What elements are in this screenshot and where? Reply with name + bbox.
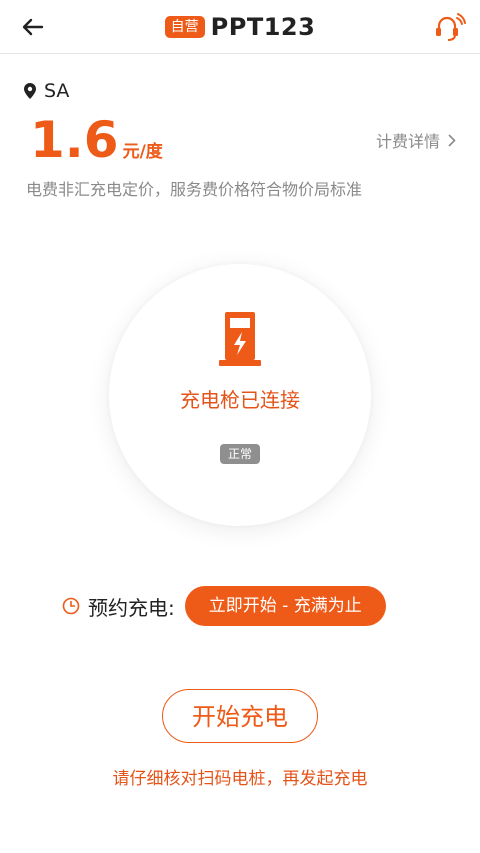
header: 自营 PPT123 <box>0 0 480 54</box>
chevron-right-icon <box>448 133 456 147</box>
clock-icon <box>62 597 80 615</box>
charging-pile-icon <box>219 312 261 366</box>
pricing-notice: 电费非汇充电定价，服务费价格符合物价局标准 <box>26 180 363 199</box>
schedule-mode-button[interactable]: 立即开始 - 充满为止 <box>184 586 386 626</box>
location-pin-icon <box>24 83 36 99</box>
location-text: SA <box>44 80 70 102</box>
connection-status-card: 充电枪已连接 正常 <box>109 264 371 526</box>
status-badge: 正常 <box>220 444 260 464</box>
fee-detail-label: 计费详情 <box>375 132 440 151</box>
page-title: PPT123 <box>210 13 316 41</box>
verify-hint: 请仔细核对扫码电桩，再发起充电 <box>112 769 368 789</box>
start-charging-button[interactable]: 开始充电 <box>162 689 318 743</box>
customer-service-icon[interactable] <box>432 12 466 42</box>
fee-detail-link[interactable]: 计费详情 <box>376 128 456 152</box>
price: 1.6 元/度 <box>30 112 163 168</box>
title-wrap: 自营 PPT123 <box>0 10 480 44</box>
schedule-label: 预约充电: <box>88 595 175 620</box>
location: SA <box>24 80 69 102</box>
self-operated-badge: 自营 <box>164 16 205 38</box>
status-text: 充电枪已连接 <box>180 388 300 412</box>
price-value: 1.6 <box>30 111 119 169</box>
price-unit: 元/度 <box>122 142 163 162</box>
schedule-row: 预约充电: 立即开始 - 充满为止 <box>62 586 386 626</box>
